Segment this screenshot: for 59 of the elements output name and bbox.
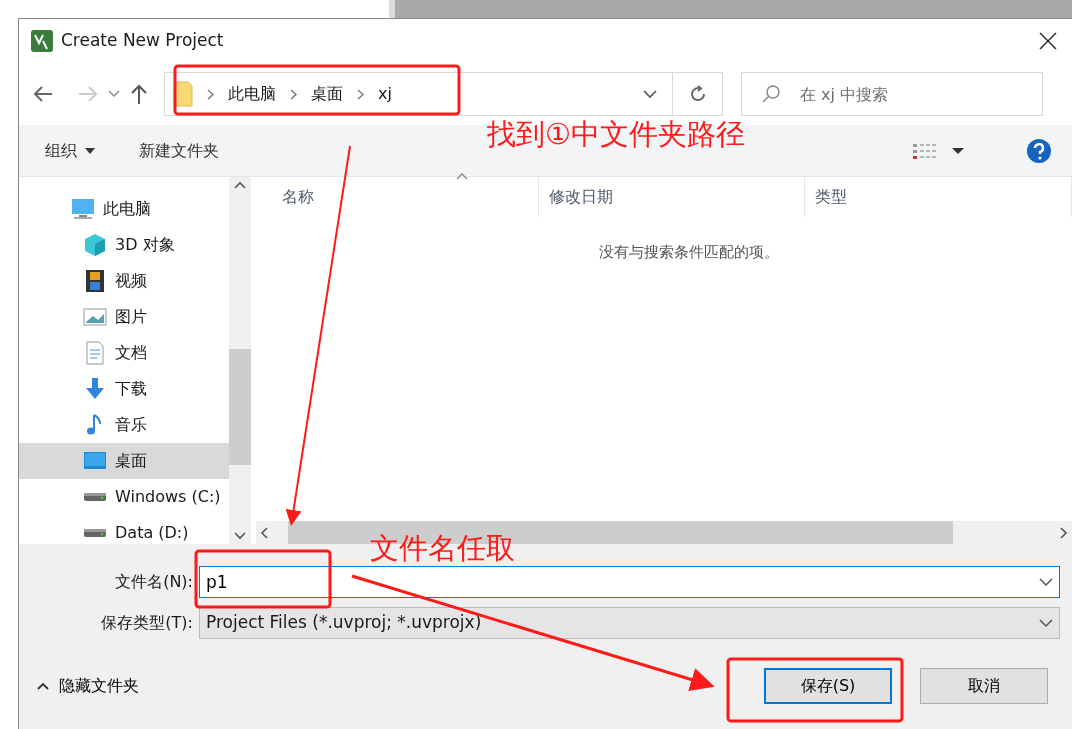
chevron-icon[interactable] (108, 90, 120, 98)
breadcrumb[interactable]: 此电脑 (228, 82, 276, 106)
dropdown-icon[interactable] (1039, 578, 1053, 587)
dropdown-icon (1039, 618, 1053, 628)
document-icon (83, 341, 107, 365)
scroll-up-icon[interactable] (234, 181, 246, 189)
empty-message: 没有与搜索条件匹配的项。 (599, 243, 779, 261)
file-type-label: 保存类型(T): (100, 612, 194, 634)
drive-icon (83, 492, 107, 502)
film-icon (83, 269, 107, 293)
save-button[interactable]: 保存(S) (764, 668, 892, 704)
caret-icon (37, 682, 49, 690)
scroll-right-icon[interactable] (1060, 526, 1068, 539)
sort-caret-icon (456, 173, 468, 180)
refresh-icon[interactable] (673, 72, 723, 116)
cancel-button[interactable]: 取消 (920, 668, 1048, 704)
search-icon (761, 84, 781, 104)
cube-icon (83, 233, 107, 257)
chevron-icon (207, 88, 214, 100)
annotation-text: 文件名任取 (370, 534, 515, 563)
app-logo-icon (31, 30, 53, 53)
address-bar[interactable]: 此电脑 桌面 xj (164, 72, 673, 116)
caret-icon (85, 147, 95, 154)
sidebar-item[interactable]: 文档 (19, 335, 229, 371)
chevron-icon (290, 88, 297, 100)
file-type-dropdown[interactable]: Project Files (*.uvproj; *.uvprojx) (199, 607, 1060, 639)
scroll-left-icon[interactable] (260, 526, 268, 539)
sidebar-item[interactable]: 3D 对象 (19, 227, 229, 263)
sidebar-item[interactable]: 图片 (19, 299, 229, 335)
annotation-text: 找到①中文件夹路径 (487, 120, 745, 149)
sidebar-item[interactable]: 下载 (19, 371, 229, 407)
sidebar-item[interactable]: Data (D:) (19, 515, 229, 551)
sidebar-item[interactable]: 此电脑 (19, 191, 229, 227)
sidebar-item[interactable]: Windows (C:) (19, 479, 229, 515)
image-icon (83, 305, 107, 329)
scrollbar[interactable] (229, 177, 251, 544)
up-arrow-icon[interactable] (130, 84, 148, 104)
search-field[interactable]: 在 xj 中搜索 (741, 72, 1043, 116)
column-header[interactable]: 修改日期 (538, 177, 806, 217)
help-icon[interactable] (1026, 137, 1052, 164)
column-header[interactable]: 类型 (805, 177, 1072, 217)
drive-icon (83, 528, 107, 538)
filename-label: 文件名(N): (114, 571, 194, 593)
back-icon[interactable] (33, 85, 53, 103)
scroll-down-icon[interactable] (234, 532, 246, 540)
breadcrumb[interactable]: 桌面 (311, 82, 343, 106)
sidebar-item[interactable]: 视频 (19, 263, 229, 299)
computer-icon (71, 197, 95, 221)
hide-folders-toggle[interactable]: 隐藏文件夹 (37, 674, 139, 698)
down-arrow-icon (83, 377, 107, 401)
column-header[interactable]: 名称 (256, 177, 539, 217)
breadcrumb[interactable]: xj (378, 82, 392, 106)
new-folder-button[interactable]: 新建文件夹 (139, 138, 219, 163)
sidebar-item[interactable]: 桌面 (19, 443, 229, 479)
window-title: Create New Project (61, 29, 224, 53)
filename-field[interactable]: p1 (199, 566, 1060, 598)
chevron-icon (357, 88, 364, 100)
organize-menu[interactable]: 组织 (45, 138, 95, 163)
sidebar-item[interactable]: 音乐 (19, 407, 229, 443)
